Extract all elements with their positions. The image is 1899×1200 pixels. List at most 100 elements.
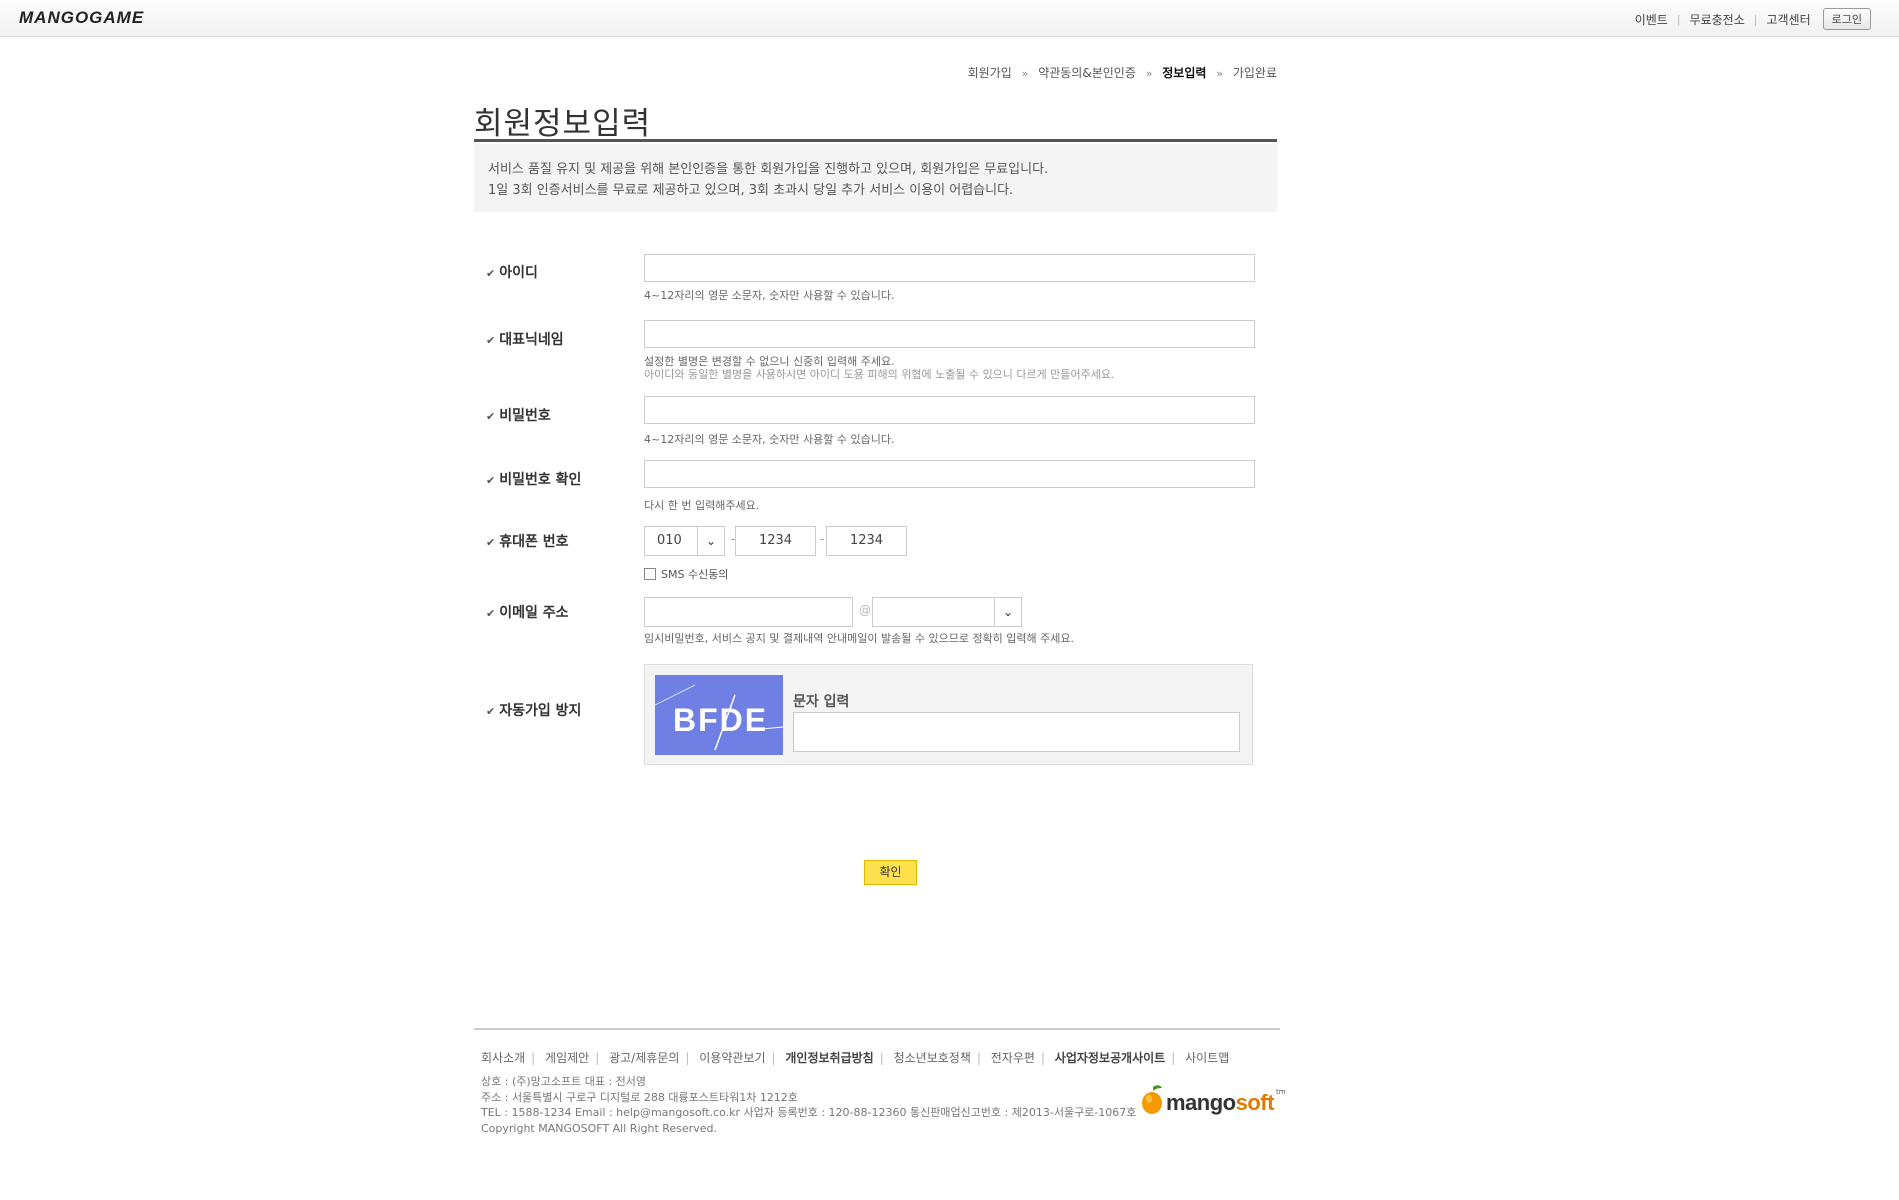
- footer-link-terms[interactable]: 이용약관보기: [699, 1051, 765, 1065]
- title-divider: [474, 139, 1277, 142]
- email-user-input[interactable]: [644, 597, 853, 627]
- check-icon: ✔: [486, 267, 496, 280]
- phone-label-text: 휴대폰 번호: [499, 534, 569, 550]
- sms-consent-checkbox[interactable]: [644, 568, 656, 580]
- notice-line-1: 서비스 품질 유지 및 제공을 위해 본인인증을 통한 회원가입을 진행하고 있…: [488, 162, 1049, 177]
- footer-separator: |: [685, 1051, 690, 1065]
- nav-separator: |: [1753, 12, 1758, 26]
- nav-separator: |: [1676, 12, 1681, 26]
- notice-line-2: 1일 3회 인증서비스를 무료로 제공하고 있으며, 3회 초과시 당일 추가 …: [488, 183, 1014, 198]
- top-nav: 이벤트 | 무료충전소 | 고객센터 로그인: [1635, 8, 1871, 30]
- nav-free-charge-link[interactable]: 무료충전소: [1690, 11, 1745, 28]
- phone-dash: -: [820, 532, 825, 546]
- step-info-input-current: 정보입력: [1162, 66, 1207, 80]
- step-arrow-icon: »: [1145, 67, 1153, 80]
- page-title: 회원정보입력: [474, 106, 652, 142]
- footer-separator: |: [771, 1051, 776, 1065]
- footer-separator: |: [976, 1051, 981, 1065]
- password-confirm-label-text: 비밀번호 확인: [499, 472, 582, 488]
- captcha-label: ✔ 자동가입 방지: [486, 700, 581, 720]
- check-icon: ✔: [486, 410, 496, 423]
- footer-link-sitemap[interactable]: 사이트맵: [1185, 1051, 1229, 1065]
- password-input[interactable]: [644, 396, 1255, 424]
- footer-link-ads[interactable]: 광고/제휴문의: [609, 1051, 679, 1065]
- footer-link-company[interactable]: 회사소개: [481, 1051, 525, 1065]
- step-signup: 회원가입: [967, 66, 1012, 80]
- phone-last-input[interactable]: 1234: [826, 526, 907, 556]
- step-complete: 가입완료: [1232, 66, 1277, 80]
- footer-link-business-info[interactable]: 사업자정보공개사이트: [1055, 1051, 1165, 1065]
- notice-box: 서비스 품질 유지 및 제공을 위해 본인인증을 통한 회원가입을 진행하고 있…: [474, 144, 1277, 212]
- login-button[interactable]: 로그인: [1822, 8, 1871, 30]
- password-hint: 4~12자리의 영문 소문자, 숫자만 사용할 수 있습니다.: [644, 433, 895, 446]
- mango-icon: [1142, 1085, 1162, 1114]
- email-hint: 임시비밀번호, 서비스 공지 및 결제내역 안내메일이 발송될 수 있으므로 정…: [644, 632, 1075, 645]
- footer-info-line: TEL : 1588-1234 Email : help@mangosoft.c…: [481, 1106, 1137, 1119]
- email-label: ✔ 이메일 주소: [486, 602, 569, 622]
- phone-label: ✔ 휴대폰 번호: [486, 531, 569, 551]
- nickname-input[interactable]: [644, 320, 1255, 348]
- chevron-down-icon[interactable]: ⌄: [994, 598, 1021, 626]
- check-icon: ✔: [486, 536, 496, 549]
- nickname-label-text: 대표닉네임: [499, 332, 564, 348]
- step-terms: 약관동의&본인인증: [1038, 66, 1136, 80]
- footer-nav: 회사소개 | 게임제안 | 광고/제휴문의 | 이용약관보기 | 개인정보취급방침 | 청…: [481, 1049, 1229, 1066]
- footer-divider: [474, 1028, 1280, 1030]
- sms-consent-label: SMS 수신동의: [661, 568, 729, 581]
- phone-prefix-select[interactable]: 010 ⌄: [644, 526, 725, 556]
- id-label-text: 아이디: [499, 265, 538, 281]
- step-arrow-icon: »: [1021, 67, 1029, 80]
- footer-link-privacy[interactable]: 개인정보취급방침: [785, 1051, 873, 1065]
- captcha-label-text: 자동가입 방지: [499, 703, 582, 719]
- mangogame-logo[interactable]: MANGOGAME: [19, 8, 144, 28]
- id-input[interactable]: [644, 254, 1255, 282]
- captcha-image: BFDE: [655, 675, 783, 755]
- check-icon: ✔: [486, 474, 496, 487]
- trademark-mark: tm: [1275, 1088, 1286, 1096]
- chevron-down-icon[interactable]: ⌄: [697, 527, 724, 555]
- confirm-button[interactable]: 확인: [864, 860, 917, 885]
- password-confirm-hint: 다시 한 번 입력해주세요.: [644, 499, 760, 512]
- footer-info-line: 주소 : 서울특별시 구로구 디지털로 288 대륭포스트타워1차 1212호: [481, 1090, 798, 1104]
- email-at-sign: @: [859, 603, 871, 617]
- nav-customer-center-link[interactable]: 고객센터: [1766, 11, 1810, 28]
- signup-steps: 회원가입 » 약관동의&본인인증 » 정보입력 » 가입완료: [968, 64, 1277, 81]
- nav-event-link[interactable]: 이벤트: [1635, 11, 1668, 28]
- top-bar: MANGOGAME 이벤트 | 무료충전소 | 고객센터 로그인: [0, 0, 1899, 37]
- captcha-panel: BFDE 문자 입력: [644, 664, 1253, 765]
- id-hint: 4~12자리의 영문 소문자, 숫자만 사용할 수 있습니다.: [644, 289, 895, 302]
- footer-separator: |: [595, 1051, 600, 1065]
- footer-separator: |: [1171, 1051, 1176, 1065]
- check-icon: ✔: [486, 705, 496, 718]
- nickname-hint-2: 아이디와 동일한 별명을 사용하시면 아이디 도용 피해의 위협에 노출될 수 …: [644, 368, 1115, 381]
- footer-separator: |: [879, 1051, 884, 1065]
- password-confirm-label: ✔ 비밀번호 확인: [486, 469, 581, 489]
- footer-separator: |: [531, 1051, 536, 1065]
- password-label-text: 비밀번호: [499, 408, 551, 424]
- brand-accent: soft: [1235, 1090, 1275, 1115]
- step-arrow-icon: »: [1216, 67, 1223, 80]
- footer-info-line: Copyright MANGOSOFT All Right Reserved.: [481, 1121, 717, 1135]
- mangosoft-logo: mangosoft tm: [1140, 1084, 1286, 1116]
- footer-link-game-proposal[interactable]: 게임제안: [545, 1051, 589, 1065]
- footer-info-line: 상호 : (주)망고소프트 대표 : 전서영: [481, 1075, 647, 1088]
- footer-separator: |: [1040, 1051, 1045, 1065]
- captcha-input-label: 문자 입력: [793, 694, 850, 710]
- phone-middle-input[interactable]: 1234: [735, 526, 816, 556]
- footer-link-youth[interactable]: 청소년보호정책: [894, 1051, 971, 1065]
- nickname-label: ✔ 대표닉네임: [486, 329, 564, 349]
- email-domain-select[interactable]: ⌄: [872, 597, 1022, 627]
- sms-consent[interactable]: SMS 수신동의: [644, 566, 728, 582]
- check-icon: ✔: [486, 334, 496, 347]
- id-label: ✔ 아이디: [486, 262, 538, 282]
- phone-prefix-value: 010: [657, 533, 682, 548]
- footer-link-email[interactable]: 전자우편: [991, 1051, 1035, 1065]
- password-label: ✔ 비밀번호: [486, 405, 551, 425]
- email-label-text: 이메일 주소: [499, 605, 569, 621]
- check-icon: ✔: [486, 607, 496, 620]
- footer-company-info: 상호 : (주)망고소프트 대표 : 전서영 주소 : 서울특별시 구로구 디지…: [481, 1074, 1136, 1136]
- nickname-hint-1: 설정한 별명은 변경할 수 없으니 신중히 입력해 주세요.: [644, 355, 895, 368]
- password-confirm-input[interactable]: [644, 460, 1255, 488]
- captcha-input[interactable]: [793, 712, 1240, 752]
- captcha-text: BFDE: [673, 702, 768, 738]
